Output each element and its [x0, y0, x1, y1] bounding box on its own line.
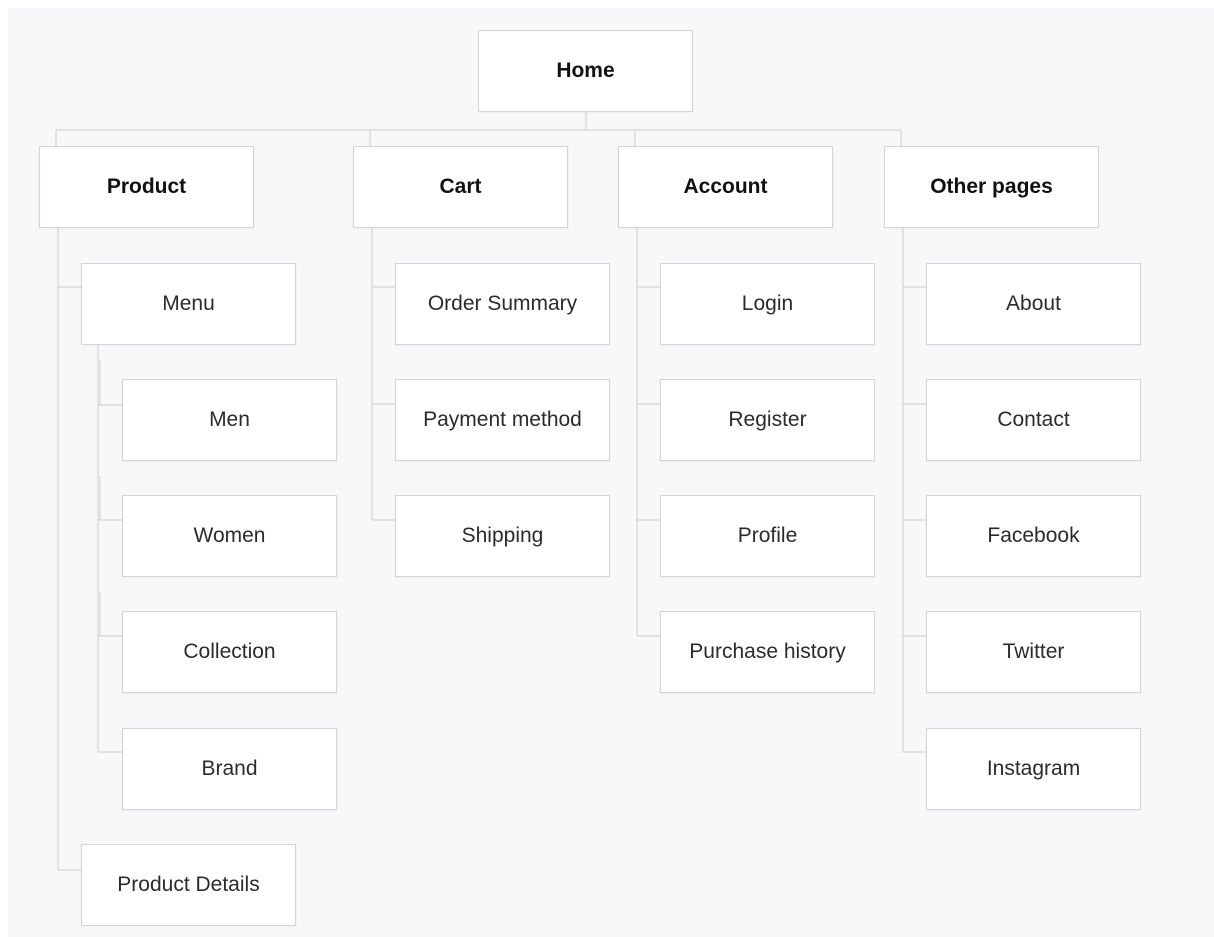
node-label: Purchase history [689, 640, 846, 663]
node-cart[interactable]: Cart [353, 146, 568, 228]
node-men[interactable]: Men [122, 379, 337, 461]
node-payment-method[interactable]: Payment method [395, 379, 610, 461]
node-label: Product [106, 175, 187, 198]
node-label: Account [683, 175, 768, 198]
node-label: Home [556, 59, 615, 82]
node-label: Facebook [987, 524, 1080, 547]
node-label: Profile [737, 524, 798, 547]
node-label: Payment method [423, 408, 582, 431]
node-order-summary[interactable]: Order Summary [395, 263, 610, 345]
node-other-pages[interactable]: Other pages [884, 146, 1099, 228]
node-account[interactable]: Account [618, 146, 833, 228]
node-profile[interactable]: Profile [660, 495, 875, 577]
node-product-details[interactable]: Product Details [81, 844, 296, 926]
node-label: Contact [997, 408, 1070, 431]
node-label: Brand [201, 757, 258, 780]
node-brand[interactable]: Brand [122, 728, 337, 810]
node-label: About [1006, 292, 1061, 315]
node-collection[interactable]: Collection [122, 611, 337, 693]
node-shipping[interactable]: Shipping [395, 495, 610, 577]
node-label: Other pages [930, 175, 1053, 198]
node-product[interactable]: Product [39, 146, 254, 228]
node-label: Men [209, 408, 250, 431]
node-contact[interactable]: Contact [926, 379, 1141, 461]
node-label: Instagram [986, 757, 1081, 780]
node-about[interactable]: About [926, 263, 1141, 345]
node-login[interactable]: Login [660, 263, 875, 345]
node-label: Collection [183, 640, 276, 663]
node-home[interactable]: Home [478, 30, 693, 112]
node-register[interactable]: Register [660, 379, 875, 461]
node-twitter[interactable]: Twitter [926, 611, 1141, 693]
node-label: Twitter [1002, 640, 1065, 663]
node-label: Cart [439, 175, 482, 198]
node-label: Shipping [461, 524, 544, 547]
node-women[interactable]: Women [122, 495, 337, 577]
node-instagram[interactable]: Instagram [926, 728, 1141, 810]
node-label: Register [728, 408, 807, 431]
node-label: Product Details [117, 873, 260, 896]
node-menu[interactable]: Menu [81, 263, 296, 345]
node-facebook[interactable]: Facebook [926, 495, 1141, 577]
node-label: Menu [162, 292, 215, 315]
node-purchase-history[interactable]: Purchase history [660, 611, 875, 693]
node-label: Women [193, 524, 266, 547]
node-label: Login [741, 292, 794, 315]
node-label: Order Summary [427, 292, 578, 315]
